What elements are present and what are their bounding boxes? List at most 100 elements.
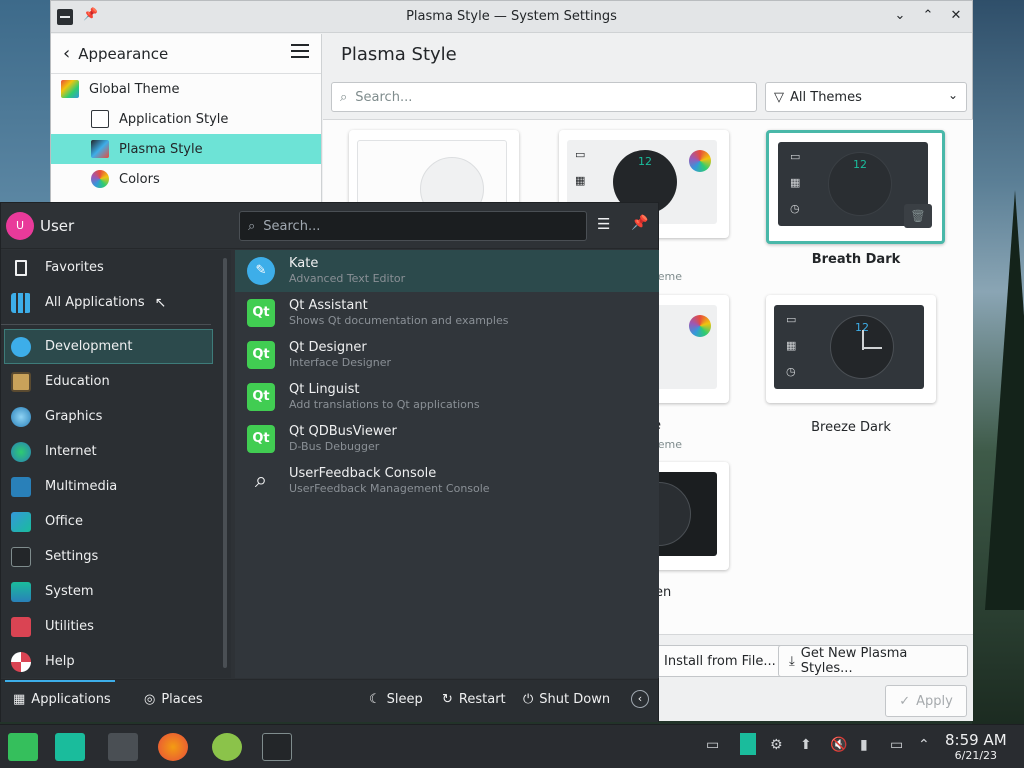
qt-linguist-icon: Qt xyxy=(247,383,275,411)
firefox-icon[interactable] xyxy=(158,733,188,761)
clock-preview: 12 xyxy=(828,152,892,216)
theme-label: Breeze Dark xyxy=(811,420,891,435)
category-all-applications[interactable]: All Applications ↖ xyxy=(1,285,231,320)
back-arrow-icon[interactable]: ‹ xyxy=(63,43,70,64)
theme-preview: ▭ ▦ ◷ 12 🗑 xyxy=(778,142,932,228)
category-education[interactable]: Education xyxy=(1,364,231,399)
category-label: System xyxy=(45,584,94,599)
app-item-kate[interactable]: ✎ Kate Advanced Text Editor xyxy=(235,250,659,292)
usb-icon[interactable]: ▮ xyxy=(860,737,868,753)
search-placeholder: Search... xyxy=(263,218,321,234)
sidebar-item-global-theme[interactable]: Global Theme xyxy=(51,74,321,104)
file-manager-icon[interactable] xyxy=(55,733,85,761)
category-label: Settings xyxy=(45,549,99,564)
power-icon: ⏻ xyxy=(523,692,534,707)
restart-button[interactable]: ↻ Restart xyxy=(442,692,506,707)
tray-expand-icon[interactable]: ⌃ xyxy=(918,737,930,753)
category-utilities[interactable]: Utilities xyxy=(1,609,231,644)
category-graphics[interactable]: Graphics xyxy=(1,399,231,434)
display-icon[interactable]: ▭ xyxy=(890,737,903,753)
pin-icon[interactable]: 📌 xyxy=(83,7,98,21)
app-item-qt-designer[interactable]: Qt Qt Designer Interface Designer xyxy=(235,334,659,376)
apply-button[interactable]: ✓ Apply xyxy=(885,685,967,717)
active-tab-indicator xyxy=(5,680,115,682)
theme-card-selected[interactable]: ▭ ▦ ◷ 12 🗑 xyxy=(766,130,945,244)
clock-date: 6/21/23 xyxy=(954,749,998,762)
theme-card[interactable]: ▭ ▦ ◷ 12 xyxy=(766,295,936,403)
graphics-icon xyxy=(11,406,31,427)
category-development[interactable]: Development xyxy=(4,329,213,364)
show-desktop-icon[interactable]: ▭ xyxy=(706,737,719,753)
category-internet[interactable]: Internet xyxy=(1,434,231,469)
avatar[interactable]: U xyxy=(6,211,34,240)
tab-applications[interactable]: ▦ Applications xyxy=(13,692,111,707)
category-scrollbar[interactable] xyxy=(223,258,227,668)
sidebar-item-application-style[interactable]: Application Style xyxy=(51,104,321,134)
app-item-qt-linguist[interactable]: Qt Qt Linguist Add translations to Qt ap… xyxy=(235,376,659,418)
page-title: Plasma Style xyxy=(341,43,457,65)
terminal-icon[interactable] xyxy=(108,733,138,761)
category-label: All Applications xyxy=(45,295,145,310)
clock-time: 8:59 AM xyxy=(945,731,1007,749)
multimedia-icon xyxy=(11,476,31,497)
category-label: Favorites xyxy=(45,260,104,275)
category-favorites[interactable]: Favorites xyxy=(1,250,231,285)
settings-icon xyxy=(11,546,31,567)
network-icon[interactable]: ⚙ xyxy=(770,737,783,753)
configure-icon[interactable]: ☰ xyxy=(597,215,610,233)
more-chevron-icon[interactable]: ‹ xyxy=(631,690,649,708)
button-label: Install from File... xyxy=(664,653,776,669)
app-name: Kate xyxy=(289,256,319,271)
shutdown-button[interactable]: ⏻ Shut Down xyxy=(523,692,610,707)
app-item-userfeedback-console[interactable]: ⌕ UserFeedback Console UserFeedback Mana… xyxy=(235,460,659,502)
category-settings[interactable]: Settings xyxy=(1,539,231,574)
global-theme-icon xyxy=(61,80,79,98)
maximize-button[interactable]: ⌃ xyxy=(918,6,938,26)
pin-icon[interactable]: 📌 xyxy=(631,215,648,231)
development-icon xyxy=(11,336,31,357)
app-description: D-Bus Debugger xyxy=(289,440,380,453)
sidebar-item-colors[interactable]: Colors xyxy=(51,164,321,194)
manjaro-menu-icon[interactable] xyxy=(8,733,38,761)
color-wheel-icon xyxy=(689,150,711,172)
theme-search-input[interactable]: ⌕ Search... xyxy=(331,82,757,112)
volume-muted-icon[interactable]: 🔇 xyxy=(830,737,847,753)
software-install-icon[interactable] xyxy=(212,733,242,761)
category-multimedia[interactable]: Multimedia xyxy=(1,469,231,504)
help-icon xyxy=(11,651,31,672)
pager-icon[interactable] xyxy=(740,733,756,755)
minimize-button[interactable]: ⌄ xyxy=(890,6,910,26)
category-system[interactable]: System xyxy=(1,574,231,609)
launcher-footer: ▦ Applications ◎ Places ☾ Sleep ↻ Restar… xyxy=(1,679,658,722)
taskbar-clock[interactable]: 8:59 AM 6/21/23 xyxy=(945,731,1007,762)
app-item-qt-qdbusviewer[interactable]: Qt Qt QDBusViewer D-Bus Debugger xyxy=(235,418,659,460)
get-new-styles-button[interactable]: ⤓ Get New Plasma Styles... xyxy=(778,645,968,677)
tab-places[interactable]: ◎ Places xyxy=(144,692,203,707)
theme-filter-select[interactable]: ▽ All Themes ⌄ xyxy=(765,82,967,112)
system-settings-task-icon[interactable] xyxy=(262,733,292,761)
utilities-icon xyxy=(11,616,31,637)
updates-icon[interactable]: ⬆ xyxy=(800,737,812,753)
sidebar-item-plasma-style[interactable]: Plasma Style xyxy=(51,134,321,164)
trash-icon[interactable]: 🗑 xyxy=(904,204,932,228)
app-name: UserFeedback Console xyxy=(289,466,437,481)
close-button[interactable]: ✕ xyxy=(946,6,966,26)
category-help[interactable]: Help xyxy=(1,644,231,679)
search-icon: ⌕ xyxy=(340,89,348,105)
app-item-qt-assistant[interactable]: Qt Qt Assistant Shows Qt documentation a… xyxy=(235,292,659,334)
hamburger-menu-icon[interactable] xyxy=(291,44,309,58)
filter-value: All Themes xyxy=(790,89,862,105)
system-settings-app-icon[interactable] xyxy=(57,9,73,25)
application-launcher: U User ⌕ Search... ☰ 📌 Favorites All App… xyxy=(0,202,659,722)
sleep-button[interactable]: ☾ Sleep xyxy=(369,692,423,707)
theme-label: Breath Dark xyxy=(811,252,901,267)
wallpaper-tree xyxy=(985,190,1024,610)
globe-icon xyxy=(11,441,31,462)
monitor-icon: ▭ xyxy=(790,150,801,163)
category-label: Development xyxy=(45,339,133,354)
category-office[interactable]: Office xyxy=(1,504,231,539)
sidebar-back-label[interactable]: Appearance xyxy=(78,45,168,63)
window-titlebar[interactable]: 📌 Plasma Style — System Settings ⌄ ⌃ ✕ xyxy=(51,1,972,33)
history-icon: ◷ xyxy=(786,365,796,378)
launcher-search-input[interactable]: ⌕ Search... xyxy=(239,211,587,241)
